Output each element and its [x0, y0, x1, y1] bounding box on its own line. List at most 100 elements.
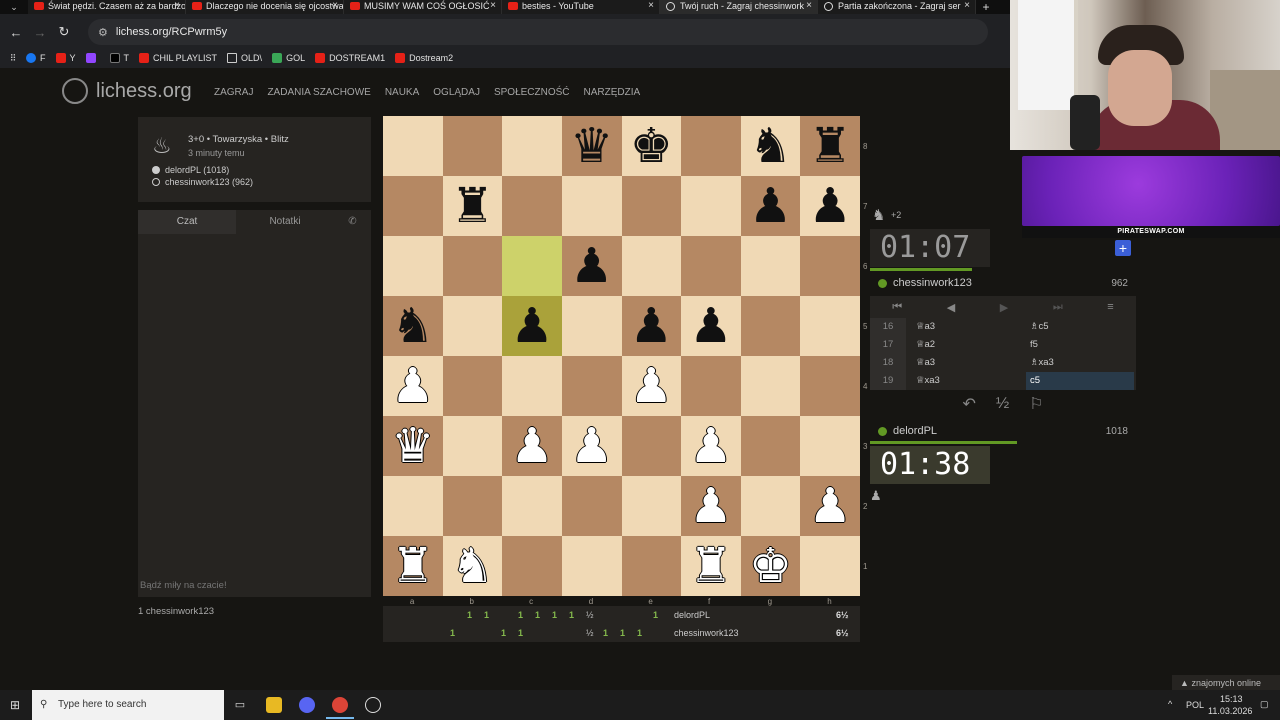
back-button[interactable]: ←	[4, 25, 28, 40]
bookmark[interactable]: F	[26, 53, 46, 63]
square-b6[interactable]	[442, 236, 503, 296]
move[interactable]: ♕xa3	[916, 372, 1026, 390]
crosstable-score[interactable]: 1	[603, 628, 608, 638]
black-king-icon[interactable]: ♚	[630, 122, 673, 170]
square-b2[interactable]	[442, 476, 503, 536]
square-d7[interactable]	[561, 176, 622, 236]
square-f7[interactable]	[681, 176, 741, 236]
url-bar[interactable]: ⚙ lichess.org/RCPwrm5y	[88, 19, 988, 45]
square-e7[interactable]	[621, 176, 682, 236]
crosstable-score[interactable]: 1	[552, 610, 557, 620]
bookmark[interactable]	[85, 53, 100, 63]
close-tab-icon[interactable]: ×	[174, 0, 180, 12]
white-pawn-icon[interactable]: ♟	[570, 422, 613, 470]
square-c2[interactable]	[502, 476, 562, 536]
move[interactable]: ♗c5	[1026, 318, 1134, 336]
square-e4[interactable]: ♟	[621, 356, 682, 416]
square-b5[interactable]	[442, 296, 503, 356]
square-g4[interactable]	[740, 356, 801, 416]
bookmark[interactable]: Dostream2	[395, 53, 453, 63]
black-pawn-icon[interactable]: ♟	[689, 302, 732, 350]
square-g8[interactable]: ♞	[740, 116, 801, 176]
takeback-icon[interactable]: ↶	[962, 394, 975, 414]
browser-tab[interactable]: MUSIMY WAM COŚ OGŁOSIĆ ×	[344, 0, 502, 14]
clock-date[interactable]: 11.03.2026	[1208, 706, 1252, 716]
square-f6[interactable]	[681, 236, 741, 296]
square-h7[interactable]: ♟	[800, 176, 860, 236]
new-tab-button[interactable]: +	[976, 0, 996, 14]
bookmark[interactable]: OLD\	[227, 53, 262, 63]
chrome-icon[interactable]	[332, 697, 348, 713]
black-pawn-icon[interactable]: ♟	[749, 182, 792, 230]
square-e8[interactable]: ♚	[621, 116, 682, 176]
square-c3[interactable]: ♟	[502, 416, 562, 476]
white-rook-icon[interactable]: ♜	[391, 542, 434, 590]
square-e6[interactable]	[621, 236, 682, 296]
nav-item[interactable]: SPOŁECZNOŚĆ	[494, 87, 570, 98]
taskbar-search[interactable]: ⚲ Type here to search	[32, 690, 224, 720]
move[interactable]: ♕a3	[916, 318, 1026, 336]
move[interactable]: ♗xa3	[1026, 354, 1134, 372]
square-h5[interactable]	[800, 296, 860, 356]
square-g6[interactable]	[740, 236, 801, 296]
black-queen-icon[interactable]: ♛	[570, 122, 613, 170]
square-a6[interactable]	[383, 236, 443, 296]
square-a5[interactable]: ♞	[383, 296, 443, 356]
tab-search-icon[interactable]: ⌄	[0, 0, 28, 14]
tab-chat[interactable]: Czat	[138, 210, 236, 234]
square-h1[interactable]	[800, 536, 860, 596]
black-rook-icon[interactable]: ♜	[451, 182, 494, 230]
crosstable-player[interactable]: chessinwork123	[674, 628, 739, 638]
close-tab-icon[interactable]: ×	[806, 0, 812, 12]
square-g1[interactable]: ♚	[740, 536, 801, 596]
first-move-icon[interactable]: ⏮	[892, 301, 902, 314]
square-f1[interactable]: ♜	[681, 536, 741, 596]
bookmark[interactable]: GOL	[272, 53, 305, 63]
square-b3[interactable]	[442, 416, 503, 476]
black-pawn-icon[interactable]: ♟	[570, 242, 613, 290]
opponent-player[interactable]: chessinwork123 962	[870, 272, 1136, 294]
square-f8[interactable]	[681, 116, 741, 176]
square-c1[interactable]	[502, 536, 562, 596]
nav-item[interactable]: NARZĘDZIA	[584, 87, 641, 98]
crosstable-score[interactable]: 1	[518, 628, 523, 638]
square-h3[interactable]	[800, 416, 860, 476]
crosstable-score[interactable]: 1	[535, 610, 540, 620]
square-e3[interactable]	[621, 416, 682, 476]
square-d6[interactable]: ♟	[561, 236, 622, 296]
square-a4[interactable]: ♟	[383, 356, 443, 416]
square-a1[interactable]: ♜	[383, 536, 443, 596]
offer-draw-button[interactable]: ½	[996, 395, 1009, 413]
friends-online-button[interactable]: ▲ znajomych online	[1172, 675, 1280, 691]
close-tab-icon[interactable]: ×	[490, 0, 496, 12]
last-move-icon[interactable]: ⏭	[1053, 301, 1063, 314]
resign-flag-icon[interactable]: ⚐	[1029, 394, 1043, 414]
square-f2[interactable]: ♟	[681, 476, 741, 536]
square-f5[interactable]: ♟	[681, 296, 741, 356]
white-pawn-icon[interactable]: ♟	[511, 422, 554, 470]
nav-item[interactable]: OGLĄDAJ	[433, 87, 480, 98]
white-pawn-icon[interactable]: ♟	[391, 362, 434, 410]
move[interactable]: c5	[1026, 372, 1134, 390]
square-f3[interactable]: ♟	[681, 416, 741, 476]
clock-time[interactable]: 15:13	[1220, 694, 1243, 704]
close-tab-icon[interactable]: ×	[648, 0, 654, 12]
white-knight-icon[interactable]: ♞	[451, 542, 494, 590]
white-pawn-icon[interactable]: ♟	[809, 482, 852, 530]
square-e1[interactable]	[621, 536, 682, 596]
next-move-icon[interactable]: ▶	[1000, 301, 1008, 314]
square-g7[interactable]: ♟	[740, 176, 801, 236]
square-a2[interactable]	[383, 476, 443, 536]
bookmark[interactable]: DOSTREAM1	[315, 53, 385, 63]
square-a7[interactable]	[383, 176, 443, 236]
crosstable-score[interactable]: 1	[637, 628, 642, 638]
close-tab-icon[interactable]: ×	[332, 0, 338, 12]
white-pawn-icon[interactable]: ♟	[630, 362, 673, 410]
lichess-logo[interactable]: lichess.org	[62, 78, 192, 104]
black-player-link[interactable]: chessinwork123 (962)	[152, 177, 253, 187]
discord-icon[interactable]	[299, 697, 315, 713]
crosstable-score[interactable]: 1	[501, 628, 506, 638]
white-pawn-icon[interactable]: ♟	[689, 422, 732, 470]
square-d8[interactable]: ♛	[561, 116, 622, 176]
bookmark[interactable]: CHIL PLAYLIST	[139, 53, 217, 63]
